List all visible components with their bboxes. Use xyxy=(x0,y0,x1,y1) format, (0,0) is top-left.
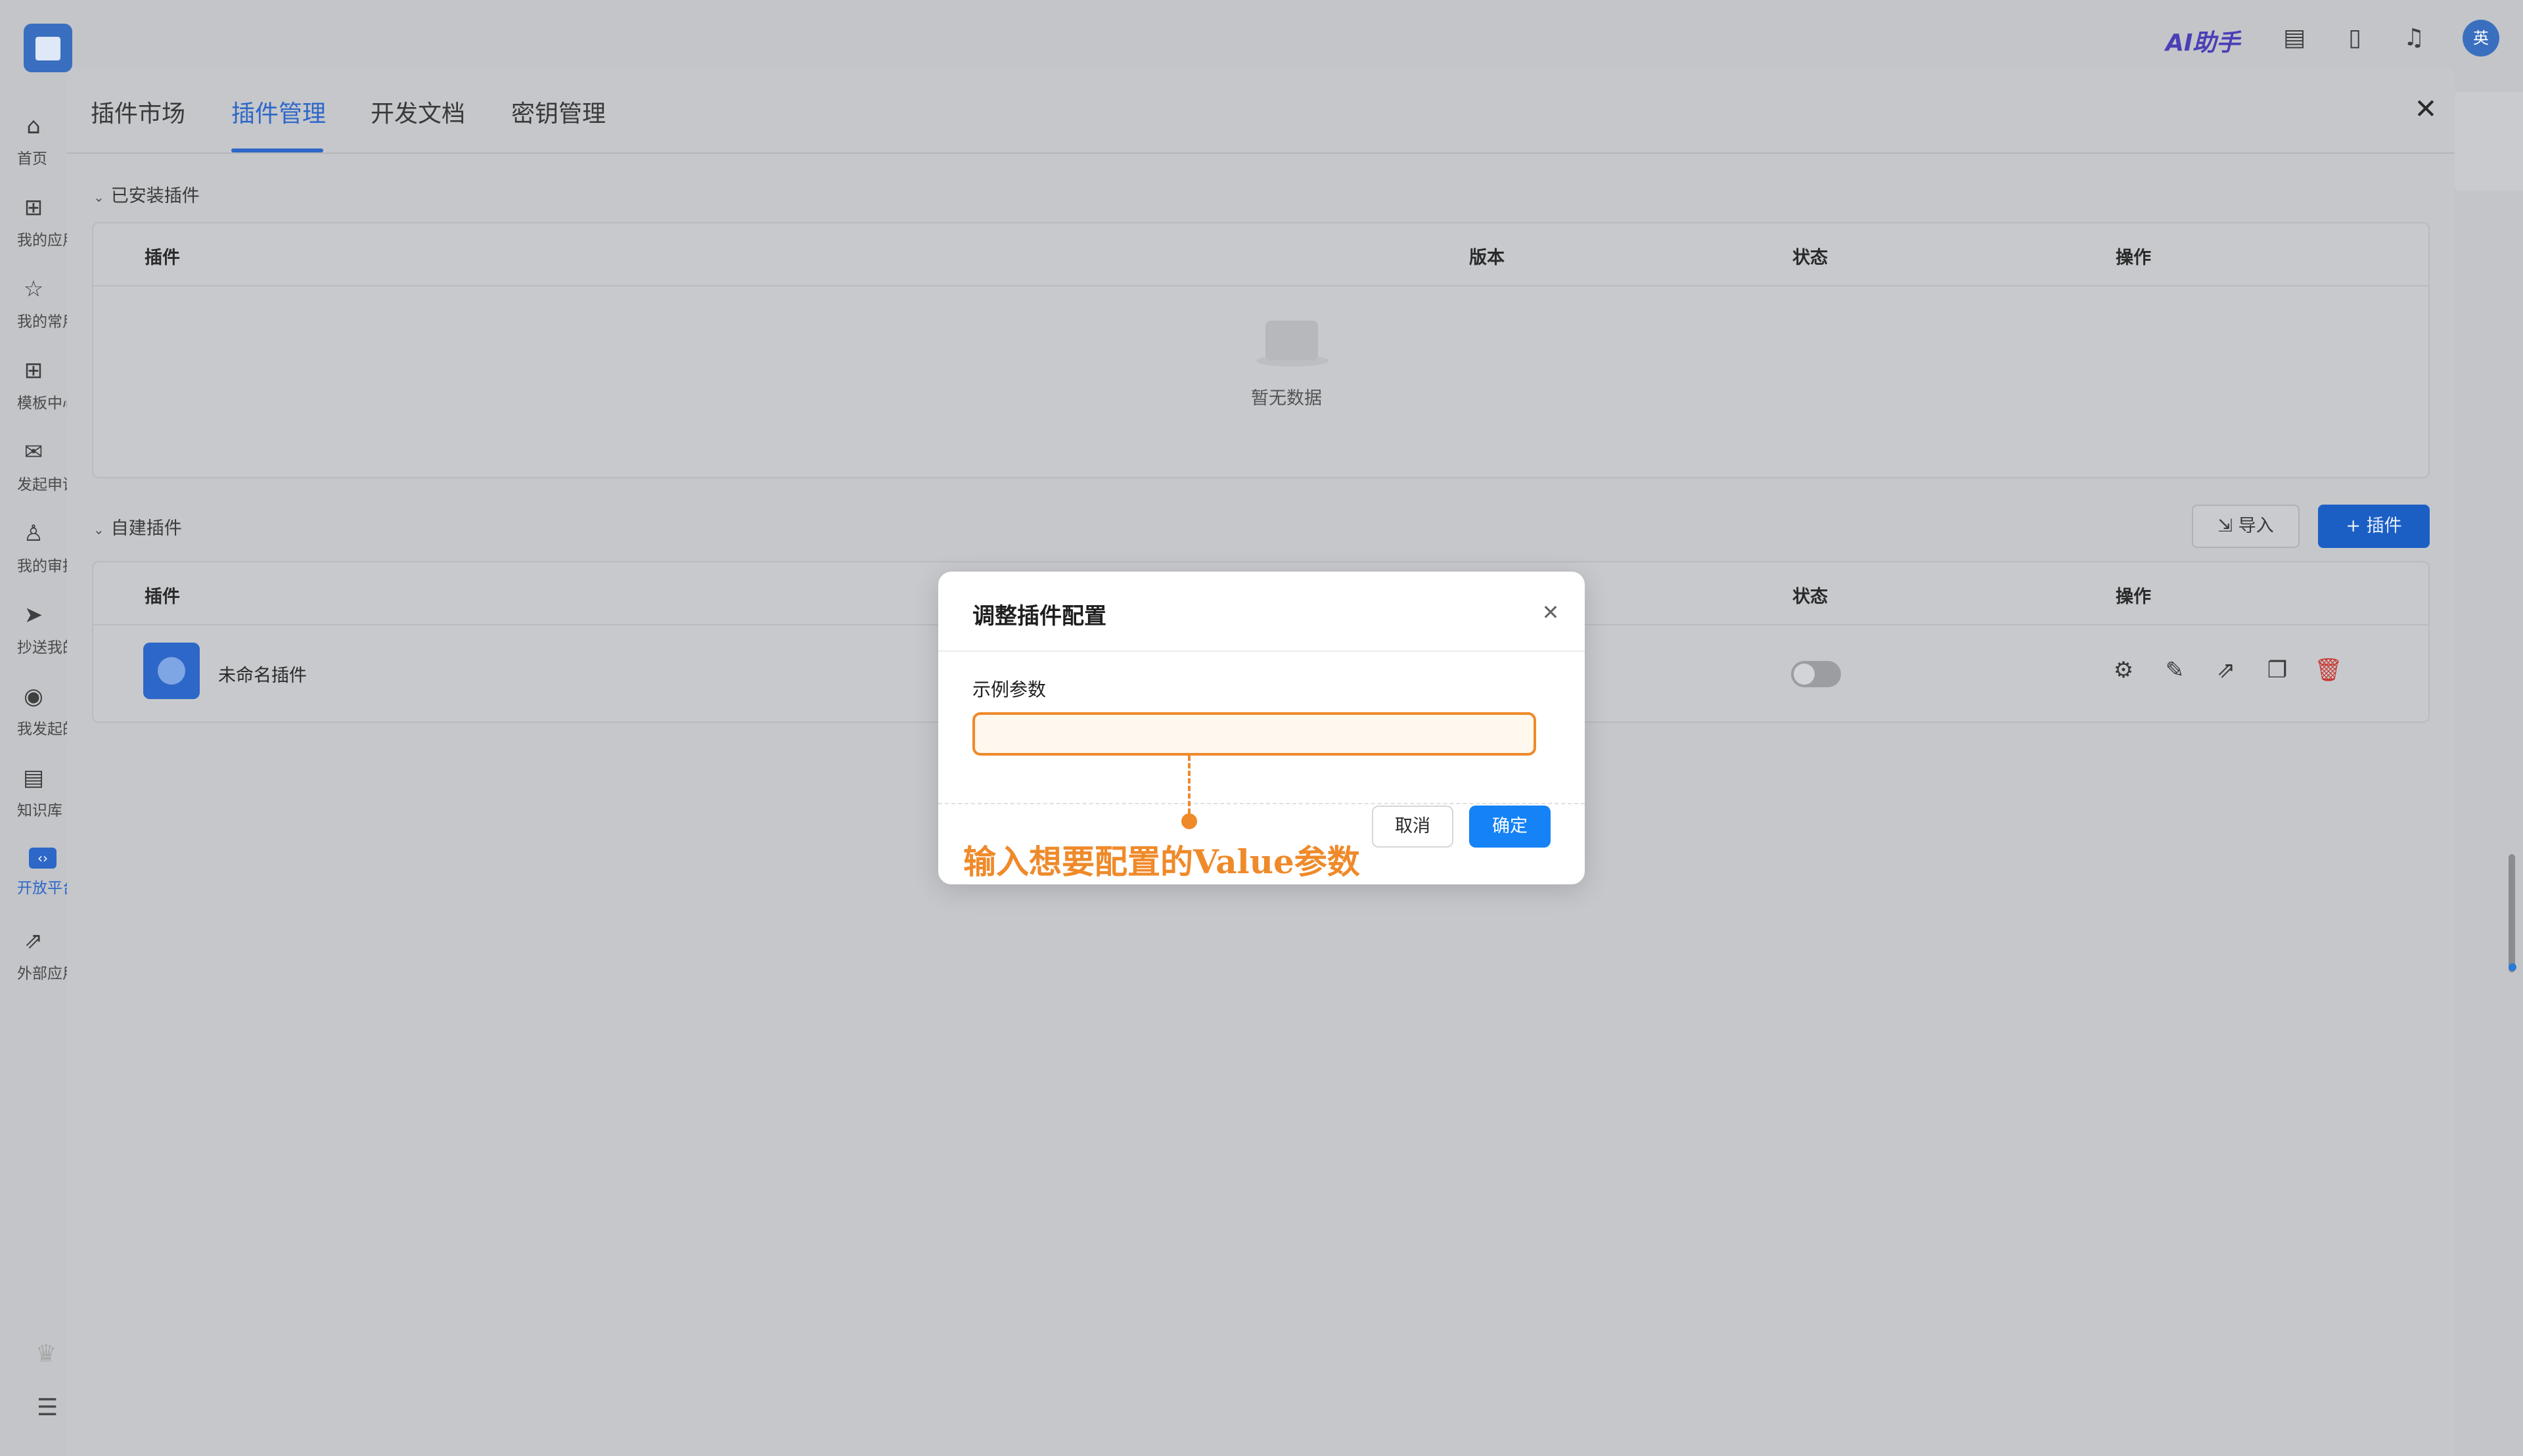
share-export-icon[interactable]: ⇗ xyxy=(2212,656,2240,685)
callout-annotation-text: 输入想要配置的Value参数 xyxy=(963,842,1360,881)
sidebar-item-label: 我的审批 xyxy=(17,558,67,575)
mail-icon: ✉ xyxy=(24,439,43,465)
book-icon: ▤ xyxy=(22,765,45,791)
confirm-button[interactable]: 确定 xyxy=(1469,806,1551,848)
callout-dot xyxy=(1181,813,1197,829)
copy-icon[interactable]: ❐ xyxy=(2263,656,2292,685)
callout-connector xyxy=(1188,756,1191,821)
column-header-actions: 操作 xyxy=(2116,248,2151,268)
example-param-input[interactable] xyxy=(972,712,1536,756)
import-button-label: 导入 xyxy=(2238,516,2274,536)
tab-dev-docs[interactable]: 开发文档 xyxy=(371,95,465,134)
installed-plugins-table: 插件 版本 状态 操作 暂无数据 xyxy=(92,222,2430,478)
send-icon: ➤ xyxy=(24,602,43,628)
add-plugin-button[interactable]: + 插件 xyxy=(2318,505,2430,548)
code-icon: ‹› xyxy=(29,848,57,869)
modal-title: 调整插件配置 xyxy=(972,603,1106,629)
user-icon: ♙ xyxy=(23,520,44,547)
sidebar-item-approvals[interactable]: ♙ 我的审批 xyxy=(0,509,67,581)
column-header-plugin: 插件 xyxy=(145,587,180,607)
play-icon: ◉ xyxy=(24,683,43,710)
app-logo[interactable] xyxy=(24,24,72,72)
plugin-icon xyxy=(143,643,200,699)
sidebar-item-external[interactable]: ⇗ 外部应用 xyxy=(0,916,67,988)
ai-assistant-logo[interactable]: AI助手 xyxy=(2166,24,2240,58)
tab-plugin-market[interactable]: 插件市场 xyxy=(91,95,185,134)
sidebar-item-home[interactable]: ⌂ 首页 xyxy=(0,101,67,173)
section-title: 自建插件 xyxy=(110,518,182,539)
apps-icon: ⊞ xyxy=(24,194,43,221)
column-header-plugin: 插件 xyxy=(145,248,180,268)
example-param-label: 示例参数 xyxy=(972,679,1047,700)
home-icon: ⌂ xyxy=(26,113,41,139)
column-header-actions: 操作 xyxy=(2116,587,2151,607)
delete-trash-icon[interactable]: 🗑 xyxy=(2314,656,2343,685)
column-header-status: 状态 xyxy=(1792,248,1828,268)
drawer-tab-bar: 插件市场 插件管理 开发文档 密钥管理 ✕ xyxy=(67,67,2455,154)
import-icon: ⇲ xyxy=(2217,516,2239,536)
section-title: 已安装插件 xyxy=(110,186,200,206)
sidebar-item-knowledge[interactable]: ▤ 知识库 xyxy=(0,753,67,825)
chevron-down-icon: ⌄ xyxy=(93,189,104,205)
sidebar-item-label: 我发起的 xyxy=(17,721,67,738)
avatar[interactable]: 英 xyxy=(2463,20,2499,57)
tab-key-management[interactable]: 密钥管理 xyxy=(511,95,606,134)
sidebar-item-cc[interactable]: ➤ 抄送我的 xyxy=(0,590,67,662)
collapse-menu-icon[interactable]: ☰ xyxy=(37,1394,58,1421)
sidebar-item-apply[interactable]: ✉ 发起申请 xyxy=(0,427,67,499)
sidebar-item-open-platform[interactable]: ‹› 开放平台 xyxy=(0,834,67,907)
star-icon: ☆ xyxy=(23,276,44,302)
sidebar-item-label: 知识库 xyxy=(17,802,62,819)
sidebar-item-label: 开放平台 xyxy=(17,880,67,897)
sidebar-item-label: 外部应用 xyxy=(17,965,67,982)
sidebar-item-label: 首页 xyxy=(17,150,47,168)
bell-icon[interactable]: ♫ xyxy=(2399,24,2428,53)
import-button[interactable]: ⇲ 导入 xyxy=(2192,505,2300,548)
empty-state-text: 暂无数据 xyxy=(1251,388,1322,409)
sidebar-item-my-apps[interactable]: ⊞ 我的应用 xyxy=(0,183,67,255)
sidebar-item-favorites[interactable]: ☆ 我的常用 xyxy=(0,264,67,336)
column-header-version: 版本 xyxy=(1469,248,1505,268)
plugin-status-toggle[interactable] xyxy=(1791,661,1841,687)
installed-section-toggle[interactable]: ⌄ 已安装插件 xyxy=(93,181,200,207)
tab-plugin-management[interactable]: 插件管理 xyxy=(231,95,326,134)
scrollbar[interactable] xyxy=(2509,854,2515,972)
notebook-icon[interactable]: ▯ xyxy=(2340,24,2369,53)
sidebar-item-initiated[interactable]: ◉ 我发起的 xyxy=(0,671,67,744)
empty-box-icon xyxy=(1243,305,1342,371)
column-header-status: 状态 xyxy=(1792,587,1828,607)
calendar-icon[interactable]: ▤ xyxy=(2280,24,2309,53)
sidebar-item-label: 发起申请 xyxy=(17,476,67,493)
external-link-icon: ⇗ xyxy=(24,928,43,954)
sidebar-item-label: 模板中心 xyxy=(17,395,67,412)
sidebar-item-label: 我的常用 xyxy=(17,313,67,330)
plugin-name: 未命名插件 xyxy=(218,666,307,686)
custom-section-toggle[interactable]: ⌄ 自建插件 xyxy=(93,514,182,539)
table-header: 插件 版本 状态 操作 xyxy=(93,223,2428,286)
sidebar-item-label: 我的应用 xyxy=(17,232,67,249)
active-tab-indicator xyxy=(231,148,323,152)
close-icon[interactable]: ✕ xyxy=(2406,89,2445,129)
edit-pencil-icon[interactable]: ✎ xyxy=(2160,656,2189,685)
sidebar: ⌂ 首页 ⊞ 我的应用 ☆ 我的常用 ⊞ 模板中心 ✉ 发起申请 ♙ 我的审批 … xyxy=(0,92,67,1456)
cancel-button[interactable]: 取消 xyxy=(1372,806,1453,848)
modal-divider xyxy=(938,650,1585,652)
close-icon[interactable]: ✕ xyxy=(1537,599,1564,626)
modal-footer-divider xyxy=(938,803,1585,804)
settings-gear-icon[interactable]: ⚙ xyxy=(2109,656,2138,685)
sidebar-item-label: 抄送我的 xyxy=(17,639,67,656)
chevron-down-icon: ⌄ xyxy=(93,522,104,537)
background-right-panel xyxy=(2451,92,2523,1170)
crown-icon[interactable]: ♛ xyxy=(35,1340,57,1367)
template-icon: ⊞ xyxy=(24,357,43,384)
sidebar-item-templates[interactable]: ⊞ 模板中心 xyxy=(0,346,67,418)
scrollbar-indicator xyxy=(2509,963,2516,971)
